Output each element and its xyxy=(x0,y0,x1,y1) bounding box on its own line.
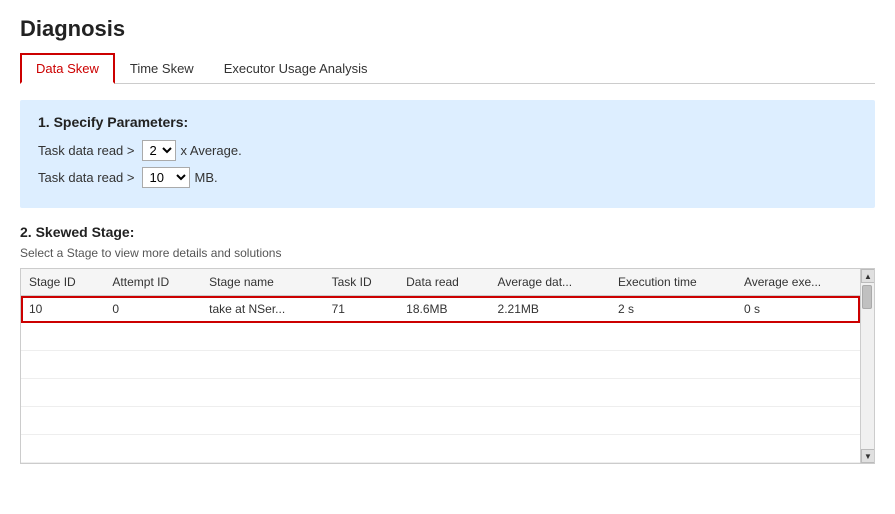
empty-row-1 xyxy=(21,323,860,351)
table-row[interactable]: 10 0 take at NSer... 71 18.6MB 2.21MB 2 … xyxy=(21,296,860,323)
skewed-stage-table: Stage ID Attempt ID Stage name Task ID D… xyxy=(21,269,860,463)
param1-suffix: x Average. xyxy=(180,143,241,158)
param2-select[interactable]: 10 20 50 100 xyxy=(142,167,190,188)
empty-row-2 xyxy=(21,351,860,379)
tabs-bar: Data Skew Time Skew Executor Usage Analy… xyxy=(20,52,875,84)
tab-time-skew[interactable]: Time Skew xyxy=(115,54,209,83)
scrollbar-track xyxy=(861,283,874,449)
col-exec-time: Execution time xyxy=(610,269,736,296)
empty-row-3 xyxy=(21,379,860,407)
scrollbar-thumb[interactable] xyxy=(862,285,872,309)
col-stage-name: Stage name xyxy=(201,269,323,296)
cell-data-read: 18.6MB xyxy=(398,296,489,323)
param1-select[interactable]: 2 3 4 5 xyxy=(142,140,176,161)
section2-title: 2. Skewed Stage: xyxy=(20,224,875,240)
table-wrapper: Stage ID Attempt ID Stage name Task ID D… xyxy=(20,268,875,464)
scrollbar-down-button[interactable]: ▼ xyxy=(861,449,875,463)
parameters-section: 1. Specify Parameters: Task data read > … xyxy=(20,100,875,208)
cell-stage-name: take at NSer... xyxy=(201,296,323,323)
scrollbar-up-button[interactable]: ▲ xyxy=(861,269,875,283)
cell-attempt-id: 0 xyxy=(104,296,201,323)
param2-suffix: MB. xyxy=(194,170,217,185)
cell-avg-exec: 0 s xyxy=(736,296,860,323)
col-data-read: Data read xyxy=(398,269,489,296)
cell-stage-id: 10 xyxy=(21,296,104,323)
skewed-stage-section: 2. Skewed Stage: Select a Stage to view … xyxy=(20,224,875,464)
param-row-1: Task data read > 2 3 4 5 x Average. xyxy=(38,140,857,161)
cell-avg-data: 2.21MB xyxy=(490,296,610,323)
col-stage-id: Stage ID xyxy=(21,269,104,296)
empty-row-5 xyxy=(21,435,860,463)
param-row-2: Task data read > 10 20 50 100 MB. xyxy=(38,167,857,188)
col-avg-data: Average dat... xyxy=(490,269,610,296)
section2-subtitle: Select a Stage to view more details and … xyxy=(20,246,875,260)
table-header-row: Stage ID Attempt ID Stage name Task ID D… xyxy=(21,269,860,296)
col-task-id: Task ID xyxy=(324,269,399,296)
param1-prefix: Task data read > xyxy=(38,143,134,158)
col-avg-exec: Average exe... xyxy=(736,269,860,296)
param2-prefix: Task data read > xyxy=(38,170,134,185)
section1-title: 1. Specify Parameters: xyxy=(38,114,857,130)
tab-data-skew[interactable]: Data Skew xyxy=(20,53,115,84)
cell-task-id: 71 xyxy=(324,296,399,323)
tab-executor-usage[interactable]: Executor Usage Analysis xyxy=(209,54,383,83)
scrollbar[interactable]: ▲ ▼ xyxy=(860,269,874,463)
page-title: Diagnosis xyxy=(20,16,875,42)
empty-row-4 xyxy=(21,407,860,435)
cell-exec-time: 2 s xyxy=(610,296,736,323)
col-attempt-id: Attempt ID xyxy=(104,269,201,296)
page-container: Diagnosis Data Skew Time Skew Executor U… xyxy=(0,0,895,514)
main-content: 1. Specify Parameters: Task data read > … xyxy=(20,84,875,514)
